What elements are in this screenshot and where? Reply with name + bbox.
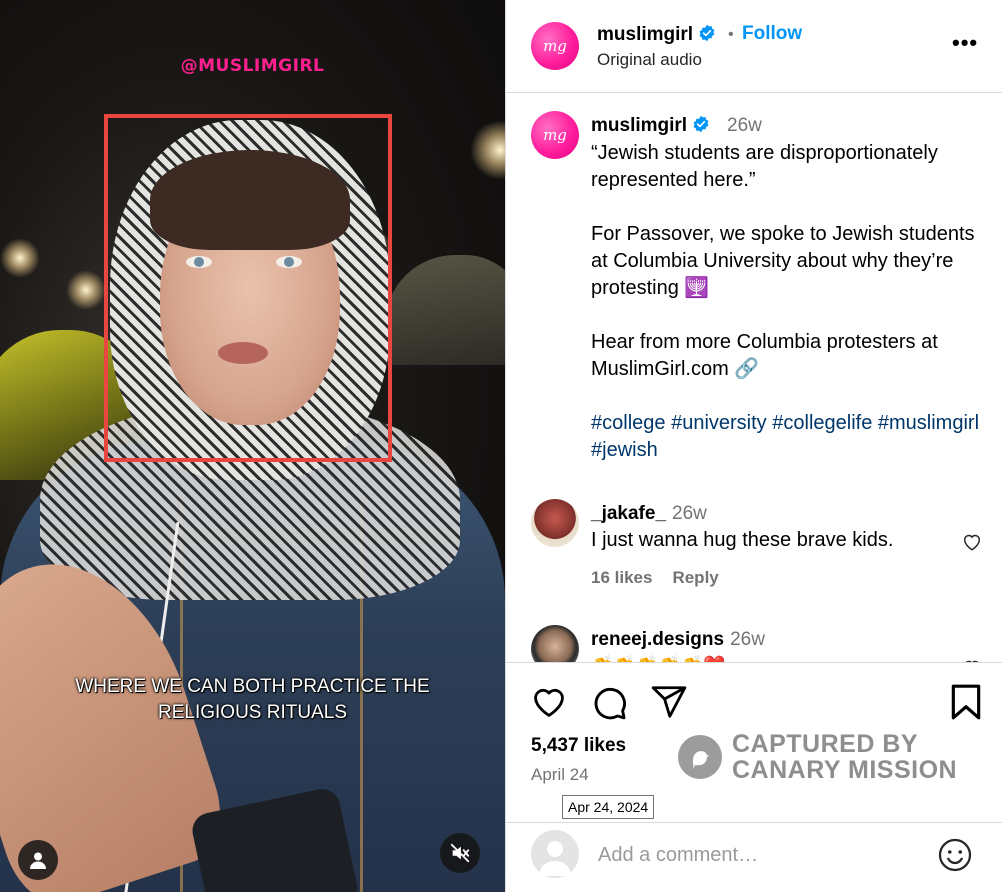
- commenter-avatar[interactable]: [531, 499, 579, 547]
- comment-timestamp[interactable]: 26w: [730, 629, 765, 650]
- tagged-users-button[interactable]: [18, 840, 58, 880]
- comments-section[interactable]: mg muslimgirl 26w “Jewish students are d…: [506, 93, 1002, 662]
- canary-mission-watermark: CAPTURED BY CANARY MISSION: [678, 731, 957, 783]
- commenter-username[interactable]: _jakafe_: [591, 503, 666, 524]
- bookmark-icon[interactable]: [949, 683, 983, 721]
- author-avatar[interactable]: mg: [531, 22, 579, 70]
- hashtag-link[interactable]: #jewish: [591, 439, 658, 461]
- face-highlight-box: [104, 114, 392, 462]
- share-icon[interactable]: [650, 683, 688, 721]
- date-tooltip: Apr 24, 2024: [562, 795, 655, 819]
- comment-item: _jakafe_ 26w I just wanna hug these brave…: [506, 493, 1002, 603]
- comment-item: reneej.designs 26w 👏👏👏👏👏❤️: [506, 619, 1002, 662]
- current-user-avatar: [531, 830, 579, 878]
- muted-speaker-icon: [450, 843, 470, 863]
- caption-hashtags: #college #university #collegelife #musli…: [591, 410, 991, 464]
- avatar-logo-text: mg: [543, 37, 567, 55]
- commenter-username[interactable]: reneej.designs: [591, 629, 724, 650]
- comment-input[interactable]: [598, 839, 918, 871]
- author-username-row: muslimgirl: [597, 24, 716, 46]
- comment-header: reneej.designs 26w: [591, 629, 765, 651]
- tent: [385, 255, 505, 365]
- post-header: mg muslimgirl • Follow Original audio ••…: [506, 0, 1002, 93]
- heart-icon[interactable]: [530, 683, 568, 721]
- comment-text: 👏👏👏👏👏❤️: [591, 655, 725, 662]
- caption-text: “Jewish students are disproportionately …: [591, 140, 991, 491]
- user-tag-icon: [30, 852, 46, 869]
- caption-username-row: muslimgirl: [591, 115, 710, 137]
- audio-toggle-button[interactable]: [440, 833, 480, 873]
- street-light: [66, 270, 106, 310]
- caption-author-avatar[interactable]: mg: [531, 111, 579, 159]
- post-actions: 5,437 likes April 24 CAPTURED BY CANARY …: [506, 662, 1002, 822]
- video-subtitle: WHERE WE CAN BOTH PRACTICE THE RELIGIOUS…: [75, 676, 430, 723]
- comment-text: I just wanna hug these brave kids.: [591, 529, 894, 551]
- add-comment-bar: [506, 822, 1002, 892]
- comment-header: _jakafe_ 26w: [591, 503, 707, 525]
- verified-badge-icon: [699, 24, 715, 42]
- hashtag-link[interactable]: #muslimgirl: [878, 412, 979, 434]
- post-media[interactable]: @MUSLIMGIRL WHERE WE CAN BOTH PRACTICE T…: [0, 0, 505, 892]
- canary-bird-icon: [678, 735, 722, 779]
- watermark-line: CAPTURED BY: [732, 730, 919, 758]
- comment-meta: 16 likes Reply: [591, 568, 739, 588]
- post-date[interactable]: April 24: [531, 765, 589, 785]
- video-watermark: @MUSLIMGIRL: [180, 56, 325, 76]
- audio-label[interactable]: Original audio: [597, 50, 702, 70]
- avatar-logo-text: mg: [543, 126, 567, 144]
- street-light: [0, 238, 40, 278]
- comment-timestamp[interactable]: 26w: [672, 503, 707, 524]
- street-light: [470, 120, 505, 180]
- caption-more: Hear from more Columbia protesters at Mu…: [591, 331, 938, 380]
- hashtag-link[interactable]: #university: [671, 412, 767, 434]
- follow-button[interactable]: Follow: [742, 23, 802, 45]
- post-panel: mg muslimgirl • Follow Original audio ••…: [505, 0, 1002, 892]
- comment-like-heart-icon[interactable]: [961, 531, 983, 553]
- emoji-icon[interactable]: [937, 837, 973, 873]
- comment-likes-count[interactable]: 16 likes: [591, 568, 652, 587]
- likes-count[interactable]: 5,437 likes: [531, 735, 626, 757]
- comment-icon[interactable]: [590, 683, 628, 721]
- author-username[interactable]: muslimgirl: [597, 24, 693, 45]
- caption-body: For Passover, we spoke to Jewish student…: [591, 223, 975, 299]
- hashtag-link[interactable]: #college: [591, 412, 666, 434]
- commenter-avatar[interactable]: [531, 625, 579, 662]
- watermark-line: CANARY MISSION: [732, 756, 958, 784]
- verified-badge-icon: [693, 115, 709, 133]
- separator-dot: •: [728, 26, 734, 43]
- caption-timestamp[interactable]: 26w: [727, 115, 762, 137]
- caption-quote: “Jewish students are disproportionately …: [591, 142, 938, 191]
- more-options-icon[interactable]: •••: [952, 30, 978, 56]
- hashtag-link[interactable]: #collegelife: [772, 412, 872, 434]
- reply-button[interactable]: Reply: [672, 568, 718, 587]
- caption-username[interactable]: muslimgirl: [591, 115, 687, 136]
